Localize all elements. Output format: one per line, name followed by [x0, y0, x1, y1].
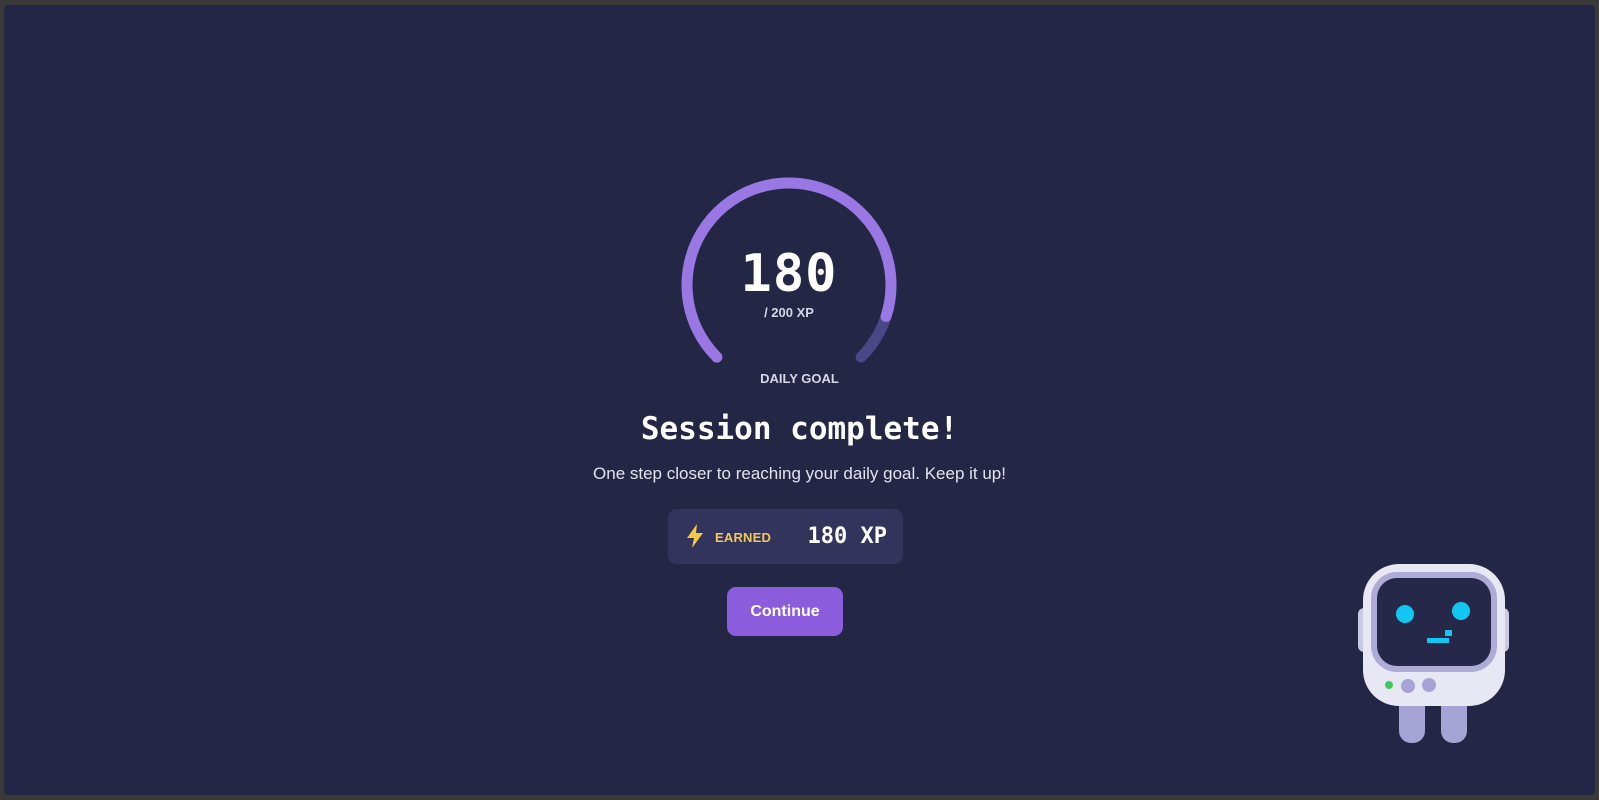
app-window: 180 / 200 XP DAILY GOAL Session complete… — [4, 5, 1595, 795]
robot-mascot-icon — [1358, 564, 1509, 743]
encouragement-message: One step closer to reaching your daily g… — [593, 464, 1006, 483]
daily-goal-label: DAILY GOAL — [760, 371, 839, 386]
xp-current-value: 180 — [740, 244, 838, 304]
continue-button[interactable]: Continue — [727, 587, 843, 636]
daily-goal-gauge: 180 / 200 XP — [678, 174, 900, 396]
earned-label: EARNED — [715, 530, 772, 545]
lightning-bolt-icon — [687, 524, 703, 548]
session-complete-heading: Session complete! — [640, 411, 959, 447]
earned-xp-value: 180 XP — [807, 524, 887, 549]
earned-xp-card: EARNED 180 XP — [668, 509, 903, 564]
xp-goal-text: / 200 XP — [764, 305, 814, 320]
